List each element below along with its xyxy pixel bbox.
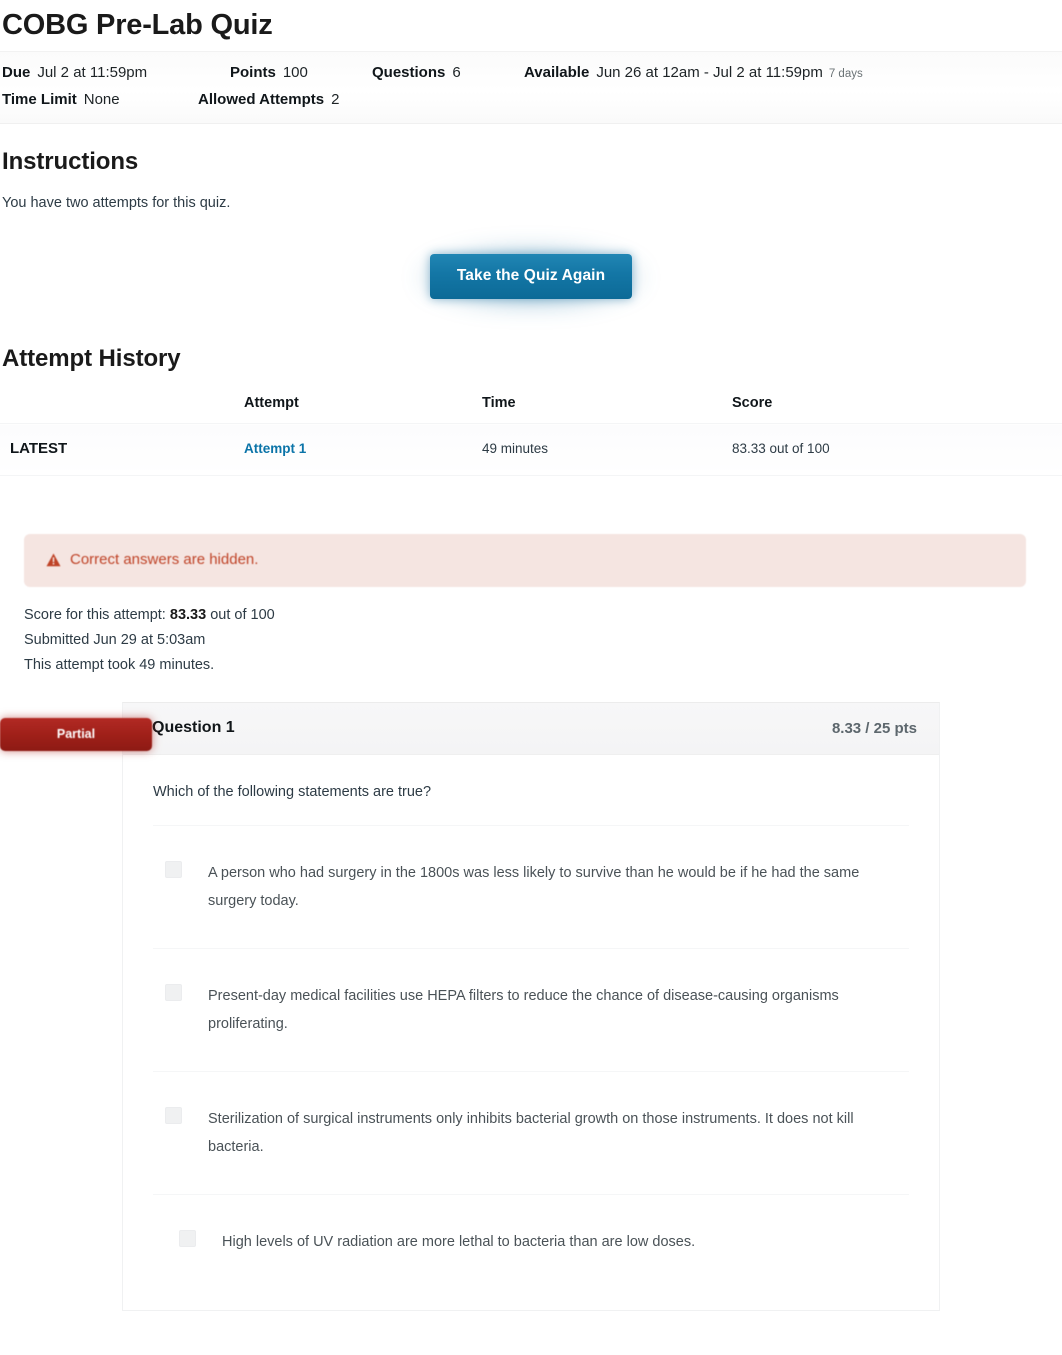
meta-questions-label: Questions bbox=[372, 64, 446, 81]
list-item[interactable]: A person who had surgery in the 1800s wa… bbox=[153, 825, 909, 948]
take-quiz-button-container: Take the Quiz Again bbox=[0, 213, 1062, 299]
meta-allowed-attempts: Allowed Attempts 2 bbox=[198, 87, 398, 113]
hidden-answers-notice: Correct answers are hidden. bbox=[24, 534, 1026, 587]
instructions-heading: Instructions bbox=[2, 148, 139, 175]
meta-due-label: Due bbox=[2, 64, 31, 81]
attempt-score-value: 83.33 bbox=[169, 607, 207, 623]
meta-time-limit: Time Limit None bbox=[2, 87, 198, 113]
attempt-link-cell: Attempt 1 bbox=[244, 423, 482, 476]
attempt-history-table: Attempt Time Score LATEST Attempt 1 49 m… bbox=[0, 395, 1062, 476]
quiz-meta-row-2: Time Limit None Allowed Attempts 2 bbox=[2, 87, 1062, 113]
warning-triangle-icon bbox=[46, 553, 61, 567]
attempt-1-link[interactable]: Attempt 1 bbox=[244, 441, 306, 456]
meta-questions-value: 6 bbox=[452, 64, 461, 81]
quiz-meta-row-1: Due Jul 2 at 11:59pm Points 100 Question… bbox=[2, 60, 1062, 87]
meta-allowed-attempts-value: 2 bbox=[331, 91, 340, 108]
checkbox-icon[interactable] bbox=[179, 1230, 196, 1247]
meta-time-limit-value: None bbox=[83, 91, 120, 108]
answer-text: High levels of UV radiation are more let… bbox=[222, 1234, 696, 1250]
question-1-header: Question 1 8.33 / 25 pts bbox=[123, 703, 939, 755]
meta-allowed-attempts-label: Allowed Attempts bbox=[198, 91, 325, 108]
meta-questions: Questions 6 bbox=[372, 60, 524, 86]
quiz-results-page: COBG Pre-Lab Quiz Due Jul 2 at 11:59pm P… bbox=[0, 0, 1062, 1355]
attempt-history-header-row: Attempt Time Score bbox=[0, 395, 1062, 424]
answer-text: A person who had surgery in the 1800s wa… bbox=[208, 865, 860, 909]
quiz-meta-band: Due Jul 2 at 11:59pm Points 100 Question… bbox=[0, 51, 1062, 124]
meta-points-value: 100 bbox=[282, 64, 308, 81]
attempt-score-cell: 83.33 out of 100 bbox=[732, 423, 1062, 476]
meta-available: Available Jun 26 at 12am - Jul 2 at 11:5… bbox=[524, 60, 863, 87]
attempt-score-prefix: Score for this attempt: bbox=[24, 607, 166, 623]
question-1-area: Partial Question 1 8.33 / 25 pts Which o… bbox=[0, 702, 1062, 1311]
meta-available-value: Jun 26 at 12am - Jul 2 at 11:59pm bbox=[596, 64, 823, 81]
column-header-time: Time bbox=[482, 395, 516, 411]
list-item[interactable]: Sterilization of surgical instruments on… bbox=[153, 1071, 909, 1194]
question-1-points: 8.33 / 25 pts bbox=[831, 719, 917, 737]
question-1-prompt: Which of the following statements are tr… bbox=[153, 784, 432, 800]
attempt-submitted-line: Submitted Jun 29 at 5:03am bbox=[24, 632, 206, 648]
column-header-score: Score bbox=[732, 395, 773, 411]
column-header-flag bbox=[0, 395, 244, 424]
take-quiz-again-button[interactable]: Take the Quiz Again bbox=[429, 254, 633, 299]
question-1-answers: A person who had surgery in the 1800s wa… bbox=[153, 825, 909, 1310]
attempt-latest-flag-cell: LATEST bbox=[0, 423, 244, 476]
instructions-body: You have two attempts for this quiz. bbox=[2, 195, 231, 211]
meta-points: Points 100 bbox=[230, 60, 372, 86]
checkbox-icon[interactable] bbox=[165, 1107, 182, 1124]
attempt-score-line: Score for this attempt: 83.33 out of 100 bbox=[24, 603, 1062, 628]
attempt-history-thead: Attempt Time Score bbox=[0, 395, 1062, 424]
meta-available-label: Available bbox=[524, 64, 590, 81]
page-title: COBG Pre-Lab Quiz bbox=[2, 9, 273, 41]
take-quiz-button-glow: Take the Quiz Again bbox=[429, 254, 633, 299]
list-item[interactable]: Present-day medical facilities use HEPA … bbox=[153, 948, 909, 1071]
question-1-title: Question 1 bbox=[152, 719, 235, 736]
attempt-duration-line: This attempt took 49 minutes. bbox=[24, 657, 215, 673]
meta-due-value: Jul 2 at 11:59pm bbox=[37, 64, 148, 81]
attempt-summary: Score for this attempt: 83.33 out of 100… bbox=[0, 587, 1062, 678]
checkbox-icon[interactable] bbox=[165, 861, 182, 878]
list-item[interactable]: High levels of UV radiation are more let… bbox=[153, 1194, 909, 1310]
answer-text: Present-day medical facilities use HEPA … bbox=[208, 988, 839, 1032]
meta-available-duration: 7 days bbox=[828, 68, 863, 80]
checkbox-icon[interactable] bbox=[165, 984, 182, 1001]
attempt-history-tbody: LATEST Attempt 1 49 minutes 83.33 out of… bbox=[0, 423, 1062, 476]
question-1-container: Question 1 8.33 / 25 pts Which of the fo… bbox=[122, 702, 940, 1311]
status-badge: LATEST bbox=[10, 440, 68, 457]
table-row: LATEST Attempt 1 49 minutes 83.33 out of… bbox=[0, 423, 1062, 476]
attempt-time-cell: 49 minutes bbox=[482, 423, 732, 476]
attempt-score-suffix: out of 100 bbox=[210, 607, 275, 623]
answer-text: Sterilization of surgical instruments on… bbox=[208, 1111, 854, 1155]
question-1-body: Which of the following statements are tr… bbox=[123, 755, 939, 1310]
question-status-badge: Partial bbox=[0, 718, 152, 751]
hidden-answers-notice-text: Correct answers are hidden. bbox=[70, 551, 259, 568]
meta-time-limit-label: Time Limit bbox=[2, 91, 77, 108]
meta-points-label: Points bbox=[230, 64, 276, 81]
column-header-attempt: Attempt bbox=[244, 395, 299, 411]
meta-due: Due Jul 2 at 11:59pm bbox=[2, 60, 230, 86]
